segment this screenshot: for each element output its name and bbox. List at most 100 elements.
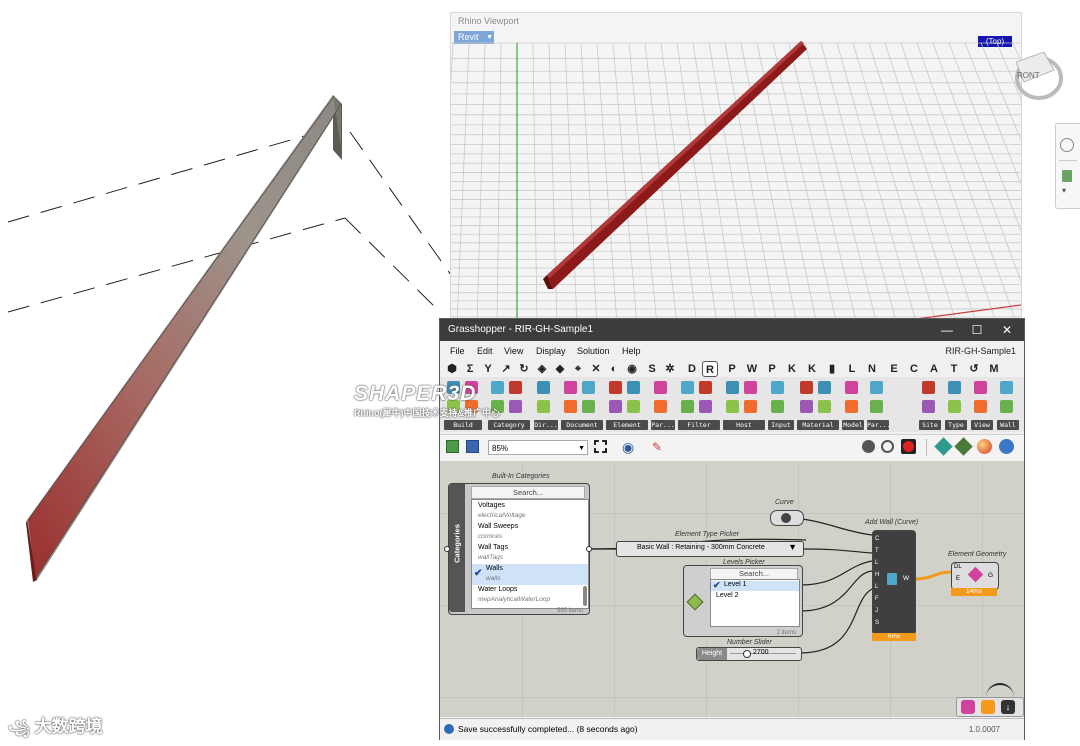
menu-view[interactable]: View	[504, 342, 523, 360]
list-item[interactable]: Voltages	[472, 502, 588, 509]
selected-only-icon[interactable]	[901, 439, 916, 454]
group-category[interactable]: Category	[488, 420, 530, 430]
tab-params-icon[interactable]: ⬢	[444, 361, 460, 377]
input-l2[interactable]: L	[875, 581, 885, 593]
tab-r[interactable]: R	[702, 361, 718, 377]
gh-title-bar[interactable]: Grasshopper - RIR-GH-Sample1 — ☐ ✕	[440, 319, 1024, 341]
chevron-down-icon[interactable]: ▾	[1062, 186, 1066, 195]
tab-w[interactable]: W	[744, 361, 760, 377]
bake-icon[interactable]	[934, 437, 953, 456]
component-icon[interactable]	[627, 400, 640, 413]
group-material[interactable]: Material	[797, 420, 839, 430]
tab-m[interactable]: M	[986, 361, 1002, 377]
input-l[interactable]: L	[875, 557, 885, 569]
component-icon[interactable]	[699, 400, 712, 413]
rhino-viewport[interactable]: Rhino Viewport Revit ▼ (Top)	[450, 12, 1022, 326]
menu-edit[interactable]: Edit	[477, 342, 493, 360]
input-dl[interactable]: DL	[954, 564, 962, 570]
save-icon[interactable]	[466, 440, 479, 453]
navcube-icon[interactable]: RONT	[1014, 32, 1064, 112]
component-icon[interactable]	[771, 381, 784, 394]
view-control-icon[interactable]	[1062, 170, 1072, 182]
component-icon[interactable]	[726, 381, 739, 394]
component-icon[interactable]	[1000, 381, 1013, 394]
tab-arrow-icon[interactable]: ↺	[966, 361, 982, 377]
menu-help[interactable]: Help	[622, 342, 641, 360]
input-f[interactable]: F	[875, 593, 885, 605]
component-icon[interactable]	[627, 381, 640, 394]
group-build[interactable]: Build	[444, 420, 482, 430]
tab-k2[interactable]: K	[804, 361, 820, 377]
categories-search[interactable]: Search...	[471, 486, 585, 499]
scrollbar[interactable]	[583, 586, 587, 606]
list-item[interactable]: Water Loops	[472, 586, 588, 593]
component-icon[interactable]	[699, 381, 712, 394]
group-site[interactable]: Site	[919, 420, 941, 430]
group-type[interactable]: Type	[945, 420, 967, 430]
levels-picker-node[interactable]: Search... ✔ Level 1 Level 2 2 items	[683, 565, 803, 637]
component-icon[interactable]	[922, 400, 935, 413]
input-e[interactable]: E	[956, 576, 960, 582]
component-icon[interactable]	[948, 400, 961, 413]
tab-pin-icon[interactable]: ▮	[824, 361, 840, 377]
group-model[interactable]: Model	[842, 420, 864, 430]
group-input[interactable]: Input	[768, 420, 794, 430]
tab-a[interactable]: A	[926, 361, 942, 377]
list-item[interactable]: Wall Sweeps	[472, 523, 588, 530]
component-icon[interactable]	[537, 381, 550, 394]
component-icon[interactable]	[870, 381, 883, 394]
component-icon[interactable]	[491, 381, 504, 394]
output-w[interactable]: W	[903, 575, 909, 582]
component-icon[interactable]	[922, 381, 935, 394]
tab-vector-icon[interactable]: ↗	[498, 361, 514, 377]
tab-maths-icon[interactable]: Σ	[462, 361, 478, 377]
levels-list[interactable]: ✔ Level 1 Level 2	[710, 579, 800, 627]
component-icon[interactable]	[974, 381, 987, 394]
component-icon[interactable]	[681, 400, 694, 413]
tab-t[interactable]: T	[946, 361, 962, 377]
tab-gear-icon[interactable]: ✲	[662, 361, 678, 377]
tab-k[interactable]: K	[784, 361, 800, 377]
material-icon[interactable]	[954, 437, 973, 456]
tab-p2[interactable]: P	[764, 361, 780, 377]
chevron-down-icon[interactable]: ▼	[578, 441, 585, 456]
slider-knob[interactable]	[743, 650, 751, 658]
input-c[interactable]: C	[875, 533, 885, 545]
component-icon[interactable]	[582, 400, 595, 413]
component-icon[interactable]	[948, 381, 961, 394]
component-icon[interactable]	[800, 381, 813, 394]
component-icon[interactable]	[509, 400, 522, 413]
component-icon[interactable]	[564, 400, 577, 413]
builtin-categories-node[interactable]: Categories Search... Voltages electrical…	[448, 483, 590, 615]
group-par[interactable]: Par...	[651, 420, 675, 430]
component-icon[interactable]	[509, 381, 522, 394]
group-host[interactable]: Host	[723, 420, 765, 430]
view-side-panel[interactable]: ▾	[1055, 123, 1080, 209]
group-element[interactable]: Element	[606, 420, 648, 430]
component-icon[interactable]	[681, 381, 694, 394]
zoom-select[interactable]: 85% ▼	[488, 440, 588, 455]
sketch-icon[interactable]: ✎	[652, 439, 662, 455]
tab-transform-icon[interactable]: ✕	[588, 361, 604, 377]
component-icon[interactable]	[654, 381, 667, 394]
tab-s[interactable]: S	[644, 361, 660, 377]
add-wall-node[interactable]: C T L H L F J S W	[872, 530, 916, 635]
list-item[interactable]: Wall Tags	[472, 544, 588, 551]
tab-c[interactable]: C	[906, 361, 922, 377]
component-icon[interactable]	[870, 400, 883, 413]
curve-param-node[interactable]	[770, 510, 804, 526]
group-view[interactable]: View	[971, 420, 993, 430]
element-geometry-node[interactable]: DL E G	[951, 562, 999, 590]
list-item-selected[interactable]: Walls	[472, 565, 588, 572]
tab-surface-icon[interactable]: ◈	[534, 361, 550, 377]
list-item-selected[interactable]: Level 1	[711, 581, 799, 588]
tab-mesh-icon[interactable]: ◆	[552, 361, 568, 377]
tab-n[interactable]: N	[864, 361, 880, 377]
download-icon[interactable]: ↓	[1001, 700, 1015, 714]
component-icon[interactable]	[818, 400, 831, 413]
preview-eye-icon[interactable]: ◉	[622, 439, 634, 455]
menu-solution[interactable]: Solution	[577, 342, 610, 360]
input-t[interactable]: T	[875, 545, 885, 557]
component-icon[interactable]	[744, 400, 757, 413]
minimize-button[interactable]: —	[932, 319, 962, 341]
